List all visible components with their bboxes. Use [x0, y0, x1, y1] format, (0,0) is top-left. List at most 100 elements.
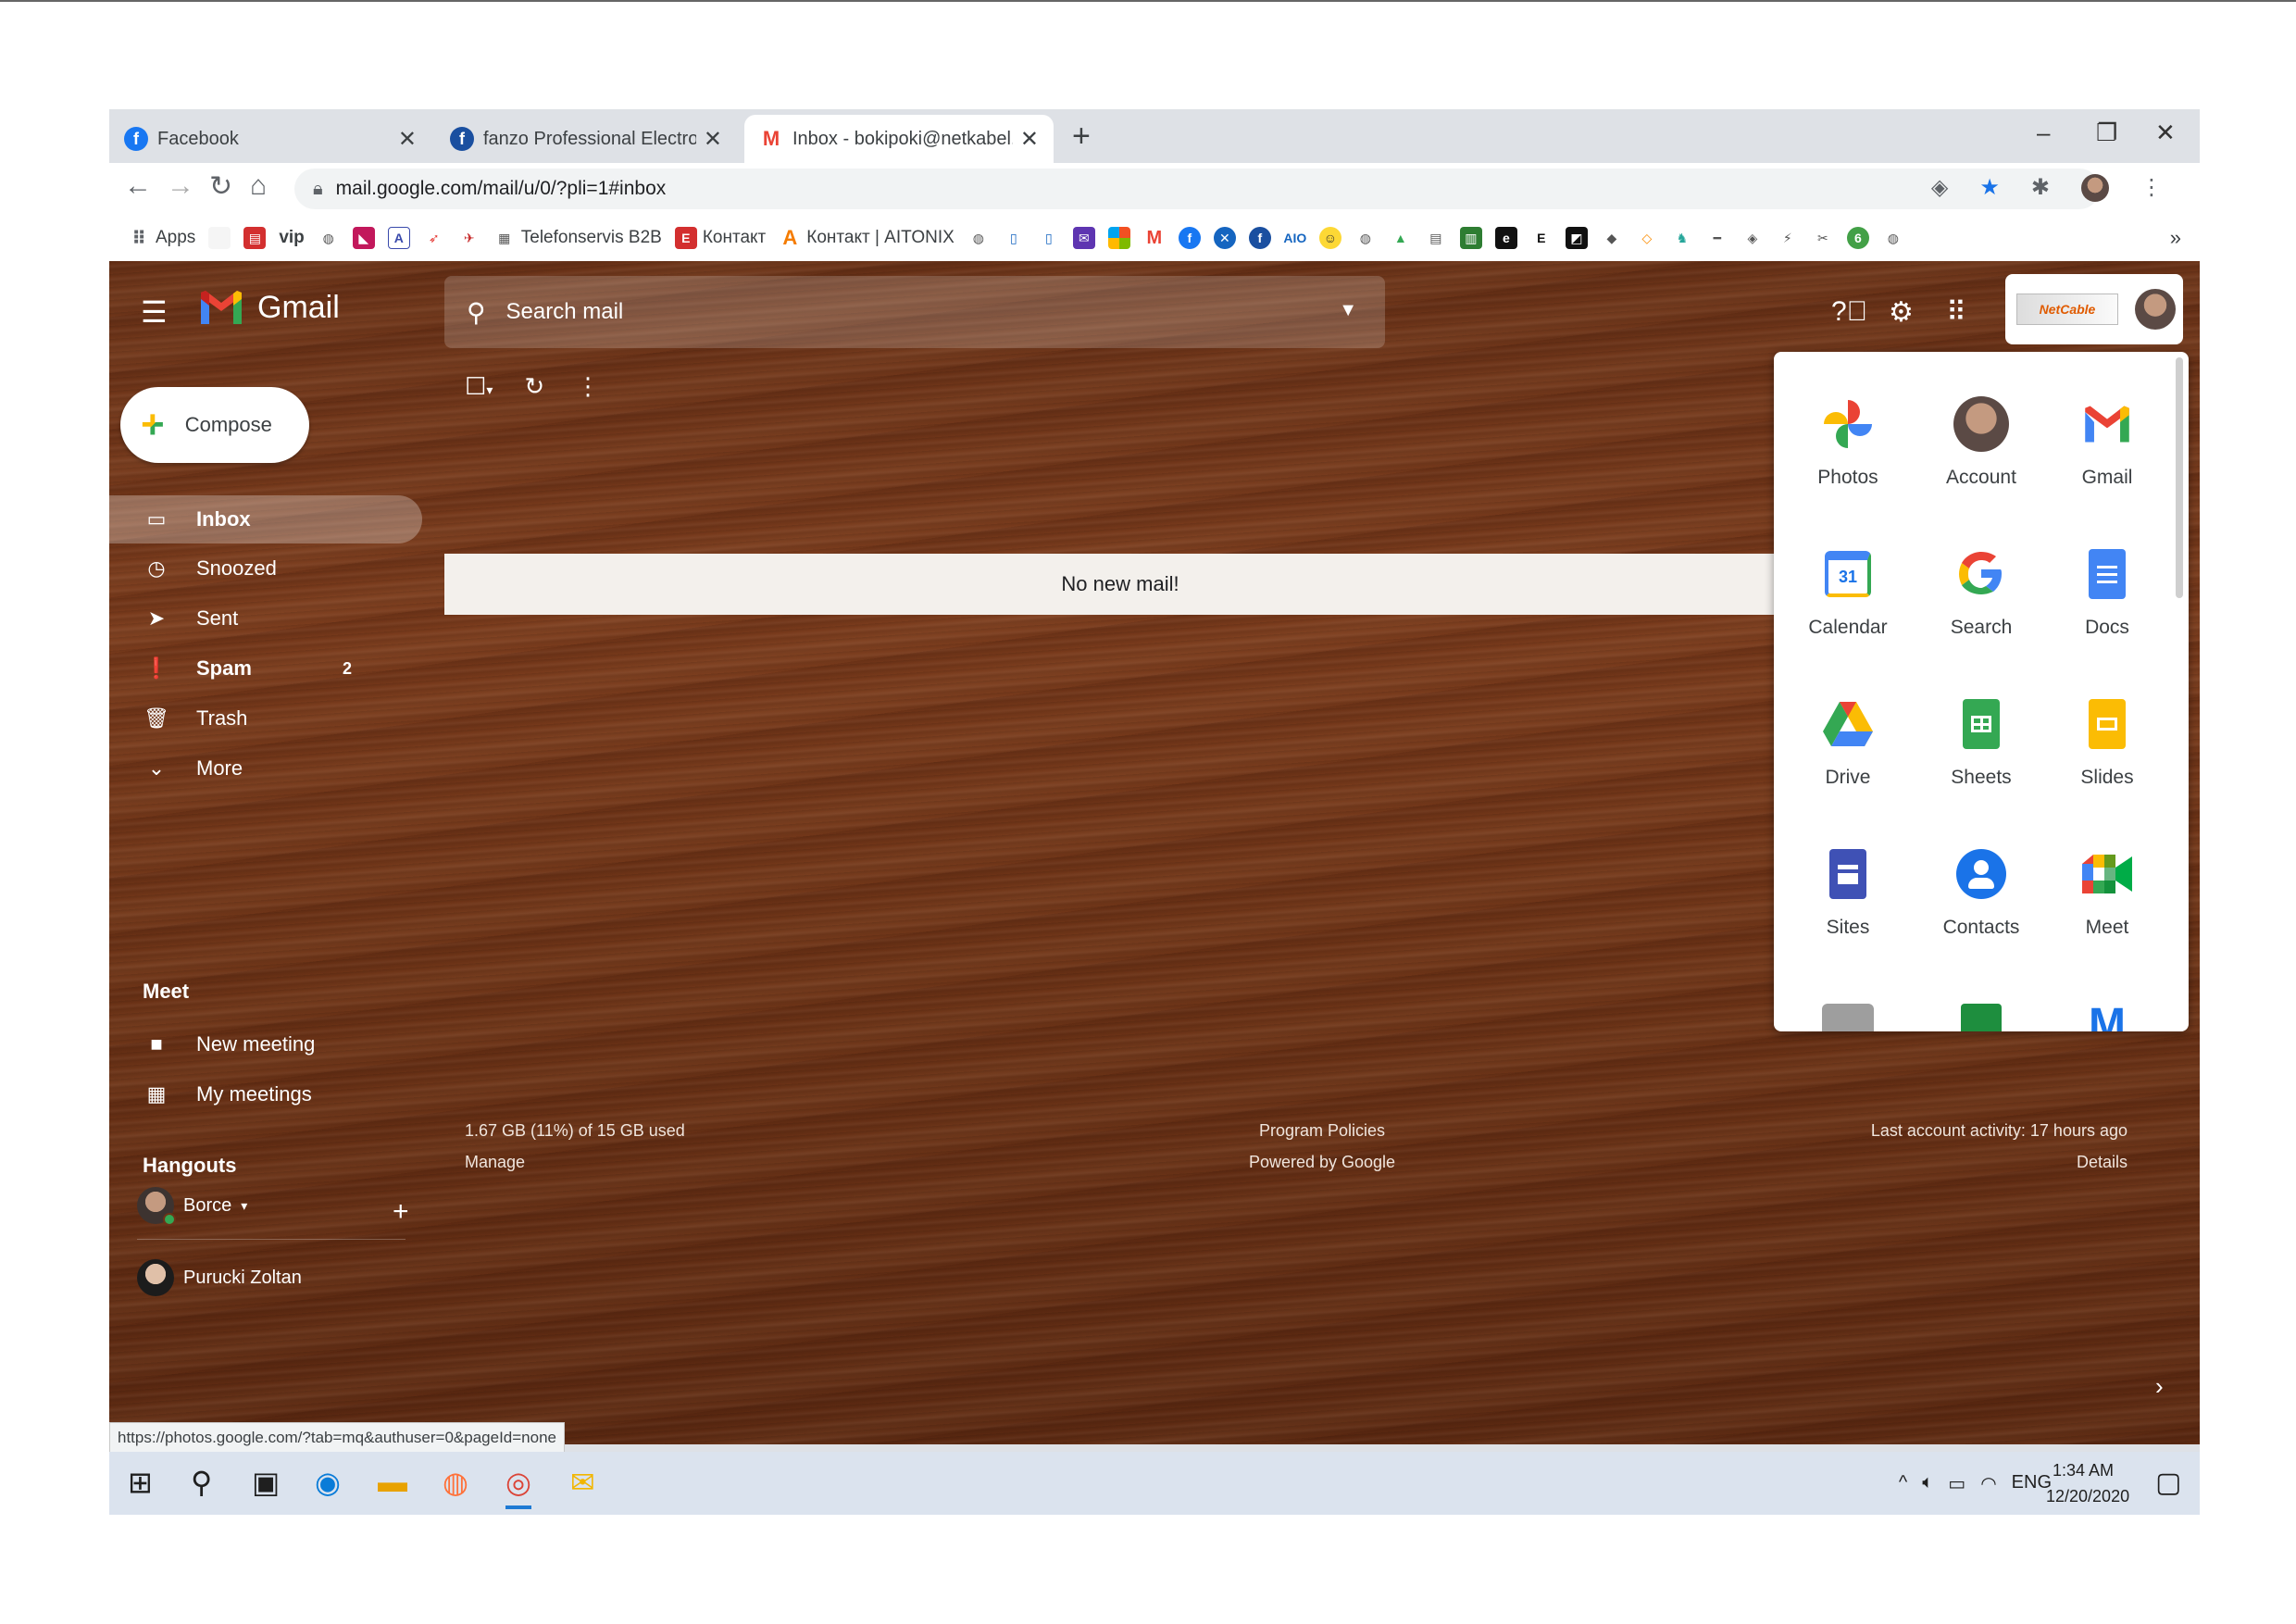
volume-icon[interactable]: 🔈︎ — [1922, 1472, 1933, 1495]
bookmark-icon-25[interactable]: ✂ — [1812, 227, 1834, 249]
bookmark-wifi[interactable]: ➶ — [423, 227, 445, 249]
caret-down-icon[interactable]: ▾ — [241, 1198, 247, 1214]
bookmark-icon-5[interactable] — [1107, 227, 1130, 249]
bookmark-icon-3[interactable]: ▯ — [1038, 227, 1060, 249]
bookmark-globe[interactable]: ◍ — [318, 227, 340, 249]
bookmark-star-icon[interactable]: ★ — [1979, 174, 2000, 202]
home-icon[interactable]: ⌂ — [250, 170, 267, 202]
app-gmail[interactable]: Gmail — [2042, 394, 2172, 489]
nav-inbox[interactable]: ▭ Inbox — [109, 495, 422, 543]
bookmark-icon-4[interactable]: ✉ — [1072, 227, 1095, 249]
tab-fanzo[interactable]: f fanzo Professional Electronics Ex ✕ — [435, 115, 737, 163]
app-sheets[interactable]: Sheets — [1916, 694, 2046, 789]
tab-facebook[interactable]: f Facebook ✕ — [109, 115, 431, 163]
account-avatar[interactable] — [2135, 289, 2176, 330]
battery-icon[interactable]: ▭ — [1948, 1472, 1965, 1495]
app-camera-partial[interactable] — [1783, 994, 1913, 1031]
clock[interactable]: 1:34 AM 12/20/2020 — [2046, 1457, 2129, 1509]
bookmark-telefonservis[interactable]: ▦ Telefonservis B2B — [493, 227, 662, 249]
bookmark-icon-6[interactable]: M — [1143, 227, 1166, 249]
chrome-icon[interactable]: ◎ — [505, 1465, 531, 1509]
manage-link[interactable]: Manage — [465, 1146, 685, 1178]
search-mail[interactable]: ⚲ Search mail ▼ — [444, 276, 1385, 348]
bookmark-icon-11[interactable]: ☺ — [1318, 227, 1341, 249]
search-icon[interactable]: ⚲ — [191, 1465, 212, 1500]
my-meetings[interactable]: ▦ My meetings — [109, 1070, 424, 1118]
mail-app-icon[interactable]: ✉ — [570, 1465, 595, 1500]
extensions-icon[interactable]: ✱ — [2031, 174, 2050, 202]
app-contacts[interactable]: Contacts — [1916, 844, 2046, 939]
bookmark-icon-8[interactable]: ✕ — [1213, 227, 1236, 249]
google-apps-icon[interactable]: ⠿ — [1946, 296, 1966, 329]
bookmark-icon-27[interactable]: ◍ — [1882, 227, 1904, 249]
app-slides[interactable]: Slides — [2042, 694, 2172, 789]
close-tab-icon[interactable]: ✕ — [398, 126, 417, 153]
app-drive[interactable]: Drive — [1783, 694, 1913, 789]
search-options-icon[interactable]: ▼ — [1339, 300, 1357, 321]
new-conversation-icon[interactable]: + — [393, 1196, 409, 1228]
close-tab-icon[interactable]: ✕ — [1020, 126, 1039, 153]
bookmark-icon-10[interactable]: AIO — [1283, 227, 1306, 249]
bookmark-icon-15[interactable]: ▥ — [1459, 227, 1482, 249]
search-icon[interactable]: ⚲ — [467, 297, 486, 328]
bookmark-icon-20[interactable]: ◇ — [1636, 227, 1658, 249]
firefox-icon[interactable]: ◍ — [443, 1465, 468, 1500]
bookmark-icon-1[interactable]: ◍ — [967, 227, 990, 249]
bookmark-icon-26[interactable]: 6 — [1846, 227, 1869, 249]
file-explorer-icon[interactable]: ▬ — [378, 1465, 407, 1499]
bookmark-icon-19[interactable]: ◆ — [1601, 227, 1623, 249]
bookmark-plane[interactable]: ✈ — [458, 227, 480, 249]
tab-inbox[interactable]: M Inbox - bokipoki@netkabel.com. ✕ — [744, 115, 1054, 163]
tracking-icon[interactable]: ◈ — [1931, 174, 1948, 202]
close-tab-icon[interactable]: ✕ — [704, 126, 722, 153]
compose-button[interactable]: + Compose — [120, 387, 309, 463]
app-classroom-partial[interactable] — [1916, 994, 2046, 1031]
app-sites[interactable]: Sites — [1783, 844, 1913, 939]
bookmark-red[interactable]: ▤ — [243, 227, 267, 249]
wifi-icon[interactable]: ◠ — [1980, 1472, 1996, 1495]
bookmark-aitonix[interactable]: A Контакт | AITONIX — [779, 226, 955, 249]
app-partial[interactable]: M — [2042, 994, 2172, 1032]
bookmark-icon-2[interactable]: ▯ — [1003, 227, 1025, 249]
back-icon[interactable]: ← — [124, 170, 152, 202]
bookmark-a[interactable]: A — [387, 227, 410, 249]
bookmark-icon-18[interactable]: ◩ — [1565, 227, 1588, 249]
details-link[interactable]: Details — [1739, 1146, 2128, 1178]
app-calendar[interactable]: 31 Calendar — [1783, 544, 1913, 639]
nav-snoozed[interactable]: ◷ Snoozed — [109, 544, 424, 593]
nav-more[interactable]: ⌄ More — [109, 744, 424, 793]
bookmark-apps[interactable]: ⠿ Apps — [128, 227, 195, 249]
settings-gear-icon[interactable]: ⚙ — [1889, 296, 1914, 329]
app-docs[interactable]: Docs — [2042, 544, 2172, 639]
bookmark-icon-13[interactable]: ▲ — [1390, 227, 1412, 249]
hangouts-me[interactable]: Borce ▾ — [137, 1187, 247, 1226]
help-icon[interactable]: ?⃝ — [1831, 296, 1867, 328]
minimize-icon[interactable]: – — [2037, 119, 2050, 147]
bookmark-icon-17[interactable]: E — [1530, 227, 1553, 249]
menu-dots-icon[interactable]: ⋮ — [2140, 174, 2163, 202]
bookmark-icon-7[interactable]: f — [1178, 227, 1201, 249]
chevron-up-icon[interactable]: ^ — [1899, 1472, 1907, 1495]
new-meeting[interactable]: ■ New meeting — [109, 1020, 424, 1068]
bookmark-kontakt[interactable]: E Контакт — [674, 227, 766, 249]
app-search[interactable]: Search — [1916, 544, 2046, 639]
more-actions-icon[interactable]: ⋮ — [576, 372, 600, 401]
close-window-icon[interactable]: ✕ — [2155, 119, 2176, 147]
bookmark-icon-24[interactable]: ⚡ — [1777, 227, 1799, 249]
bookmark-icon-23[interactable]: ◈ — [1741, 227, 1764, 249]
new-tab-button[interactable]: + — [1072, 119, 1091, 155]
gmail-logo[interactable]: Gmail — [198, 289, 340, 326]
reload-icon[interactable]: ↻ — [209, 170, 232, 203]
app-account[interactable]: Account — [1916, 394, 2046, 489]
bookmark-icon-9[interactable]: f — [1248, 227, 1271, 249]
bookmark-icon-16[interactable]: e — [1494, 227, 1517, 249]
bookmark-blank[interactable] — [208, 227, 231, 249]
bookmark-icon-21[interactable]: ♞ — [1671, 227, 1693, 249]
hangouts-contact[interactable]: Purucki Zoltan — [137, 1259, 302, 1296]
restore-icon[interactable]: ❐ — [2096, 119, 2117, 147]
nav-trash[interactable]: 🗑︎ Trash — [109, 694, 424, 743]
bookmarks-more[interactable]: » — [2170, 226, 2181, 250]
side-panel-toggle-icon[interactable]: › — [2155, 1372, 2164, 1401]
program-policies-link[interactable]: Program Policies — [1202, 1115, 1442, 1146]
bookmark-vip[interactable]: vip — [279, 228, 304, 248]
